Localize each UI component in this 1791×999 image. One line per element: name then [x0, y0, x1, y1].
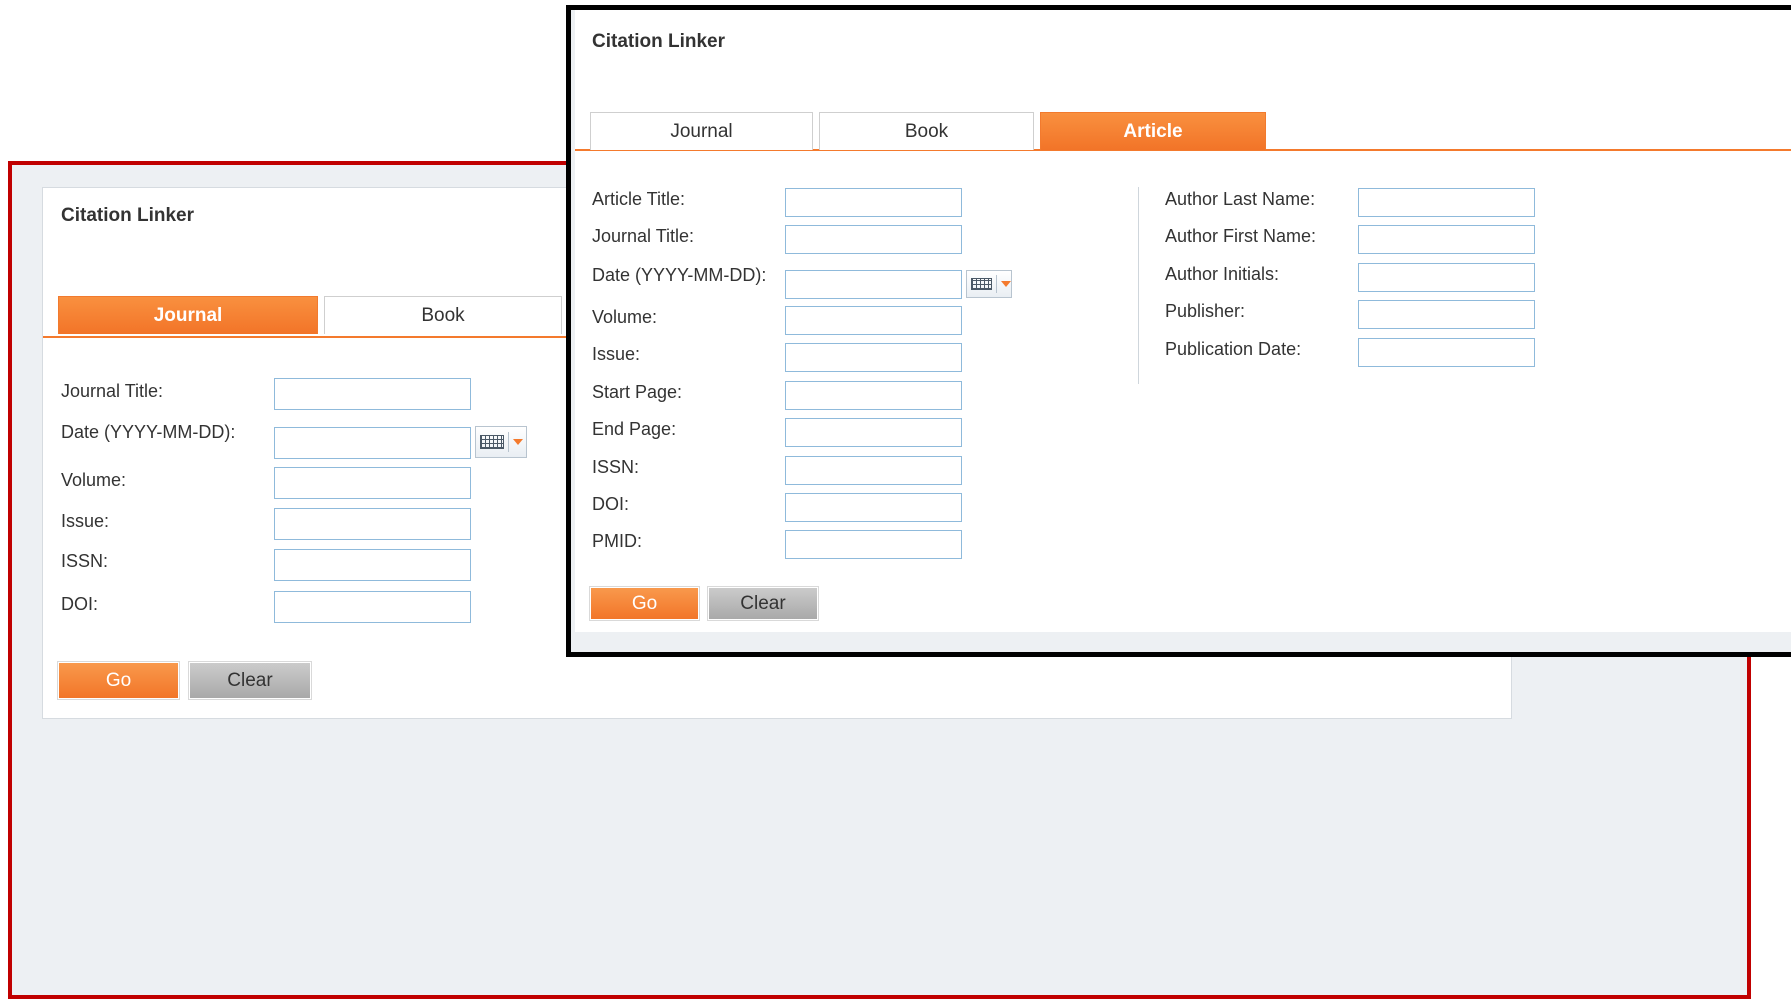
- chevron-down-icon: [1001, 281, 1011, 287]
- calendar-icon: [971, 278, 992, 290]
- clear-button[interactable]: Clear: [188, 661, 312, 700]
- article-citation-window: Citation Linker Journal Book Article Art…: [566, 5, 1791, 657]
- start-page-input[interactable]: [785, 381, 962, 410]
- field-label-issue: Issue:: [592, 344, 641, 364]
- tab-article[interactable]: Article: [1040, 112, 1266, 150]
- field-label-publisher: Publisher:: [1165, 301, 1246, 321]
- field-label-issn: ISSN:: [61, 551, 109, 571]
- end-page-input[interactable]: [785, 418, 962, 447]
- author-initials-input[interactable]: [1358, 263, 1535, 292]
- go-button[interactable]: Go: [57, 661, 180, 700]
- field-label-journal-title: Journal Title:: [61, 381, 164, 401]
- field-label-volume: Volume:: [592, 307, 658, 327]
- date-picker-button[interactable]: [966, 270, 1012, 298]
- field-label-issn: ISSN:: [592, 457, 640, 477]
- chevron-down-icon: [513, 439, 523, 445]
- date-input[interactable]: [785, 270, 962, 299]
- journal-title-input[interactable]: [274, 378, 471, 410]
- article-citation-panel: Citation Linker Journal Book Article Art…: [575, 10, 1791, 632]
- volume-input[interactable]: [274, 467, 471, 499]
- field-label-start-page: Start Page:: [592, 382, 683, 402]
- tab-journal[interactable]: Journal: [590, 112, 813, 150]
- tab-underline: [43, 336, 643, 338]
- clear-button[interactable]: Clear: [707, 586, 819, 621]
- doi-input[interactable]: [785, 493, 962, 522]
- publisher-input[interactable]: [1358, 300, 1535, 329]
- field-label-date: Date (YYYY-MM-DD):: [61, 422, 236, 442]
- picker-divider: [996, 275, 997, 293]
- issn-input[interactable]: [274, 549, 471, 581]
- issn-input[interactable]: [785, 456, 962, 485]
- field-label-issue: Issue:: [61, 511, 110, 531]
- calendar-icon: [480, 435, 504, 449]
- field-label-date: Date (YYYY-MM-DD):: [592, 265, 767, 285]
- article-title-input[interactable]: [785, 188, 962, 217]
- tab-journal[interactable]: Journal: [58, 296, 318, 334]
- volume-input[interactable]: [785, 306, 962, 335]
- picker-divider: [508, 432, 509, 452]
- date-input[interactable]: [274, 427, 471, 459]
- issue-input[interactable]: [274, 508, 471, 540]
- field-label-article-title: Article Title:: [592, 189, 686, 209]
- page-title: Citation Linker: [592, 31, 726, 52]
- field-label-doi: DOI:: [592, 494, 630, 514]
- field-label-author-first-name: Author First Name:: [1165, 226, 1317, 246]
- pmid-input[interactable]: [785, 530, 962, 559]
- tab-book[interactable]: Book: [324, 296, 562, 334]
- field-label-journal-title: Journal Title:: [592, 226, 695, 246]
- issue-input[interactable]: [785, 343, 962, 372]
- field-label-end-page: End Page:: [592, 419, 677, 439]
- field-label-volume: Volume:: [61, 470, 127, 490]
- tab-book[interactable]: Book: [819, 112, 1034, 150]
- field-label-publication-date: Publication Date:: [1165, 339, 1302, 359]
- page-title: Citation Linker: [61, 205, 195, 226]
- publication-date-input[interactable]: [1358, 338, 1535, 367]
- author-first-name-input[interactable]: [1358, 225, 1535, 254]
- doi-input[interactable]: [274, 591, 471, 623]
- journal-title-input[interactable]: [785, 225, 962, 254]
- author-last-name-input[interactable]: [1358, 188, 1535, 217]
- column-divider: [1138, 187, 1139, 384]
- field-label-pmid: PMID:: [592, 531, 643, 551]
- date-picker-button[interactable]: [475, 426, 527, 458]
- field-label-author-initials: Author Initials:: [1165, 264, 1280, 284]
- field-label-doi: DOI:: [61, 594, 99, 614]
- field-label-author-last-name: Author Last Name:: [1165, 189, 1316, 209]
- go-button[interactable]: Go: [589, 586, 700, 621]
